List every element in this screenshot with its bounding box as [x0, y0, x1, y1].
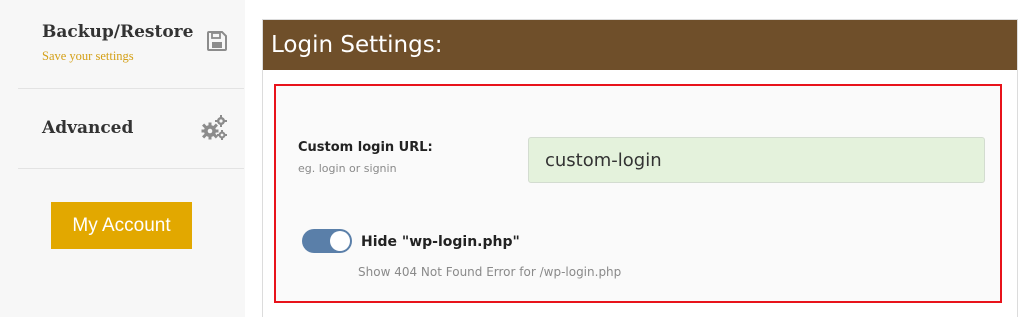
my-account-button[interactable]: My Account — [51, 202, 192, 249]
sidebar-item-subtitle: Save your settings — [42, 49, 134, 63]
sidebar-item-advanced[interactable]: Advanced — [18, 89, 244, 169]
hide-wp-login-description: Show 404 Not Found Error for /wp-login.p… — [358, 265, 622, 279]
hide-wp-login-toggle[interactable] — [302, 229, 352, 253]
gears-icon — [200, 114, 228, 146]
save-icon — [206, 30, 228, 56]
hide-wp-login-label: Hide "wp-login.php" — [361, 234, 520, 250]
login-settings-panel: Login Settings: Custom login URL: eg. lo… — [262, 19, 1018, 317]
custom-login-url-label: Custom login URL: — [298, 140, 433, 155]
toggle-knob — [330, 231, 350, 251]
panel-title: Login Settings: — [263, 20, 1017, 70]
custom-login-url-hint: eg. login or signin — [298, 162, 397, 175]
settings-highlight-box: Custom login URL: eg. login or signin Hi… — [274, 84, 1002, 303]
custom-login-url-input[interactable] — [528, 137, 985, 183]
sidebar-item-backup-restore[interactable]: Backup/Restore Save your settings — [18, 0, 244, 89]
sidebar: Backup/Restore Save your settings Advanc… — [0, 0, 245, 317]
sidebar-item-title: Advanced — [42, 118, 134, 138]
sidebar-item-title: Backup/Restore — [42, 22, 194, 42]
